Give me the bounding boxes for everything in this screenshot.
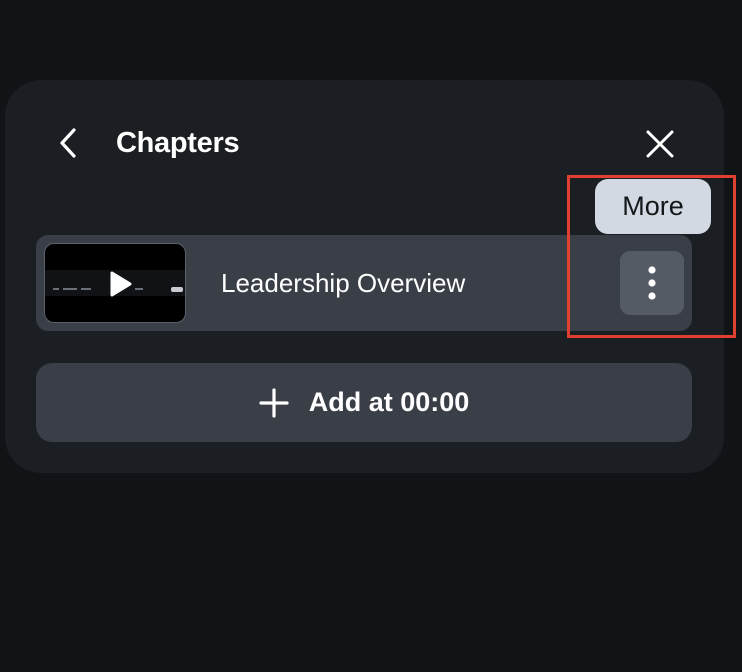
plus-icon: [259, 387, 289, 418]
panel-title: Chapters: [116, 127, 240, 159]
close-button[interactable]: [640, 124, 680, 164]
chapter-thumbnail[interactable]: [44, 243, 186, 323]
close-icon: [646, 130, 674, 158]
add-chapter-button[interactable]: Add at 00:00: [36, 363, 692, 442]
more-tooltip: More: [595, 179, 711, 234]
thumbnail-detail: [63, 288, 77, 290]
thumbnail-detail: [135, 288, 143, 290]
add-chapter-label: Add at 00:00: [308, 387, 470, 417]
chevron-left-icon: [60, 128, 76, 158]
thumbnail-detail: [171, 287, 183, 292]
chapter-title: Leadership Overview: [221, 268, 466, 298]
back-button[interactable]: [50, 124, 88, 162]
thumbnail-detail: [53, 288, 59, 290]
chapter-item[interactable]: Leadership Overview: [36, 235, 692, 331]
more-options-button[interactable]: [620, 251, 684, 315]
thumbnail-detail: [81, 288, 91, 290]
more-vertical-icon: [648, 266, 656, 300]
play-icon: [110, 271, 132, 297]
